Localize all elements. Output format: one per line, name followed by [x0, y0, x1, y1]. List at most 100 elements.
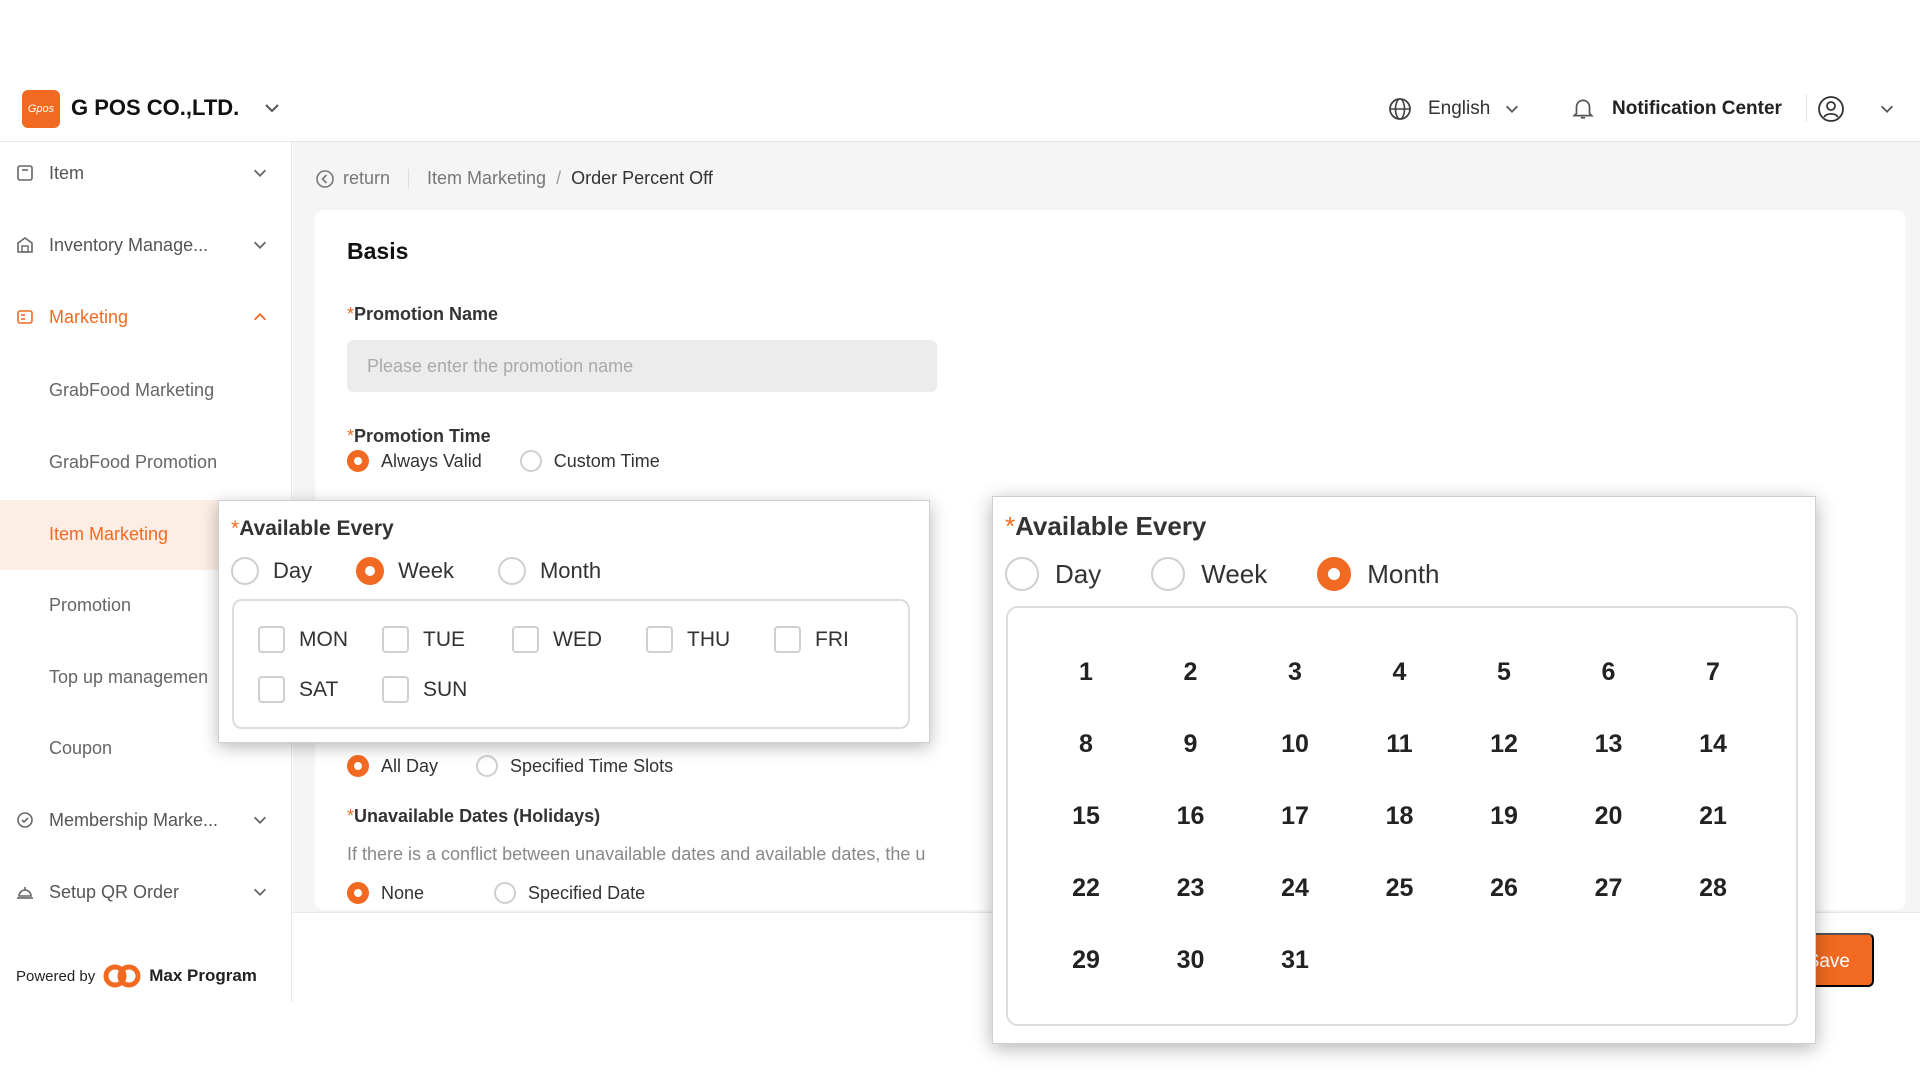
month-date-option[interactable]: 31 — [1255, 946, 1335, 975]
company-name[interactable]: G POS CO.,LTD. — [71, 95, 239, 121]
sidebar-item-item[interactable]: Item — [0, 146, 292, 200]
checkbox-icon[interactable] — [382, 676, 409, 703]
month-date-option[interactable]: 4 — [1360, 658, 1440, 687]
language-selector[interactable]: English — [1428, 98, 1490, 120]
chevron-down-icon[interactable] — [1878, 100, 1896, 118]
month-date-option[interactable]: 13 — [1569, 730, 1649, 759]
month-date-option[interactable]: 6 — [1569, 658, 1649, 687]
month-date-option[interactable]: 11 — [1360, 730, 1440, 759]
month-date-option[interactable]: 17 — [1255, 802, 1335, 831]
month-date-option[interactable]: 20 — [1569, 802, 1649, 831]
available-every-week-popup: *Available Every Day Week Month MON TUE … — [218, 500, 930, 743]
chevron-down-icon[interactable] — [262, 98, 282, 118]
checkbox-wed[interactable]: WED — [512, 626, 602, 653]
checkbox-sun[interactable]: SUN — [382, 676, 467, 703]
user-avatar-icon[interactable] — [1817, 95, 1845, 123]
radio-day[interactable]: Day — [231, 557, 312, 585]
radio-unselected-icon[interactable] — [1005, 557, 1039, 591]
month-date-option[interactable]: 10 — [1255, 730, 1335, 759]
breadcrumb-parent[interactable]: Item Marketing — [427, 168, 546, 189]
checkbox-sat[interactable]: SAT — [258, 676, 338, 703]
radio-day[interactable]: Day — [1005, 557, 1101, 591]
checkbox-icon[interactable] — [646, 626, 673, 653]
sidebar-item-membership[interactable]: Membership Marke... — [0, 793, 292, 847]
checkbox-label: FRI — [815, 627, 849, 651]
checkbox-icon[interactable] — [382, 626, 409, 653]
month-date-option[interactable]: 15 — [1046, 802, 1126, 831]
month-date-option[interactable]: 9 — [1151, 730, 1231, 759]
radio-unselected-icon[interactable] — [497, 557, 526, 585]
bell-icon[interactable] — [1570, 95, 1596, 121]
checkbox-mon[interactable]: MON — [258, 626, 348, 653]
radio-all-day[interactable]: All Day — [347, 755, 438, 777]
radio-specified-time-slots[interactable]: Specified Time Slots — [476, 755, 673, 777]
radio-unselected-icon[interactable] — [519, 450, 542, 472]
month-date-option[interactable]: 26 — [1464, 874, 1544, 903]
checkbox-fri[interactable]: FRI — [774, 626, 849, 653]
checkbox-icon[interactable] — [258, 676, 285, 703]
month-date-option[interactable]: 16 — [1151, 802, 1231, 831]
month-date-option[interactable]: 14 — [1673, 730, 1753, 759]
return-icon[interactable] — [315, 169, 335, 189]
radio-unselected-icon[interactable] — [476, 755, 499, 777]
frequency-radio-group: Day Week Month — [231, 557, 645, 585]
sidebar-item-label: Setup QR Order — [49, 881, 180, 902]
radio-week[interactable]: Week — [1151, 557, 1267, 591]
required-mark: * — [231, 517, 240, 540]
sidebar-subitem-grabfood-marketing[interactable]: GrabFood Marketing — [0, 356, 292, 426]
month-date-option[interactable]: 24 — [1255, 874, 1335, 903]
month-date-option[interactable]: 21 — [1673, 802, 1753, 831]
checkbox-tue[interactable]: TUE — [382, 626, 465, 653]
month-date-option[interactable]: 30 — [1151, 946, 1231, 975]
radio-week[interactable]: Week — [356, 557, 454, 585]
month-date-option[interactable]: 1 — [1046, 658, 1126, 687]
radio-selected-icon[interactable] — [347, 450, 369, 472]
sidebar-item-setup-qr-order[interactable]: Setup QR Order — [0, 865, 292, 919]
radio-label: Specified Date — [528, 882, 646, 903]
promotion-name-input[interactable] — [347, 340, 937, 392]
header-divider — [1806, 94, 1807, 122]
month-date-option[interactable]: 25 — [1360, 874, 1440, 903]
month-date-option[interactable]: 28 — [1673, 874, 1753, 903]
radio-unselected-icon[interactable] — [1151, 557, 1186, 591]
radio-unselected-icon[interactable] — [231, 557, 259, 585]
checkbox-icon[interactable] — [512, 626, 539, 653]
radio-month[interactable]: Month — [497, 557, 601, 585]
month-date-option[interactable]: 3 — [1255, 658, 1335, 687]
month-date-option[interactable]: 18 — [1360, 802, 1440, 831]
sidebar-item-marketing[interactable]: Marketing — [0, 290, 292, 344]
checkbox-icon[interactable] — [258, 626, 285, 653]
sidebar-item-inventory[interactable]: Inventory Manage... — [0, 218, 292, 272]
powered-by-name: Max Program — [149, 966, 257, 985]
radio-label: Always Valid — [381, 450, 482, 471]
radio-selected-icon[interactable] — [1317, 557, 1352, 591]
sidebar-subitem-grabfood-promotion[interactable]: GrabFood Promotion — [0, 428, 292, 498]
radio-month[interactable]: Month — [1317, 557, 1440, 591]
return-link[interactable]: return — [343, 168, 390, 189]
radio-label: Week — [398, 558, 454, 583]
month-date-option[interactable]: 22 — [1046, 874, 1126, 903]
month-date-option[interactable]: 12 — [1464, 730, 1544, 759]
month-date-option[interactable]: 2 — [1151, 658, 1231, 687]
month-date-option[interactable]: 29 — [1046, 946, 1126, 975]
radio-selected-icon[interactable] — [347, 755, 369, 777]
chevron-down-icon[interactable] — [1503, 100, 1521, 118]
month-date-option[interactable]: 23 — [1151, 874, 1231, 903]
radio-custom-time[interactable]: Custom Time — [519, 450, 660, 472]
unavailable-dates-hint: If there is a conflict between unavailab… — [347, 844, 926, 864]
sidebar-item-label: Item — [49, 162, 85, 183]
radio-selected-icon[interactable] — [347, 882, 369, 904]
month-date-option[interactable]: 8 — [1046, 730, 1126, 759]
month-date-option[interactable]: 7 — [1673, 658, 1753, 687]
month-date-option[interactable]: 27 — [1569, 874, 1649, 903]
radio-specified-date[interactable]: Specified Date — [494, 882, 645, 904]
checkbox-icon[interactable] — [774, 626, 801, 653]
radio-always-valid[interactable]: Always Valid — [347, 450, 482, 472]
radio-unselected-icon[interactable] — [494, 882, 517, 904]
month-date-option[interactable]: 5 — [1464, 658, 1544, 687]
notification-center-link[interactable]: Notification Center — [1612, 98, 1782, 120]
checkbox-thu[interactable]: THU — [646, 626, 730, 653]
radio-selected-icon[interactable] — [356, 557, 385, 585]
month-date-option[interactable]: 19 — [1464, 802, 1544, 831]
radio-none[interactable]: None — [347, 882, 424, 904]
